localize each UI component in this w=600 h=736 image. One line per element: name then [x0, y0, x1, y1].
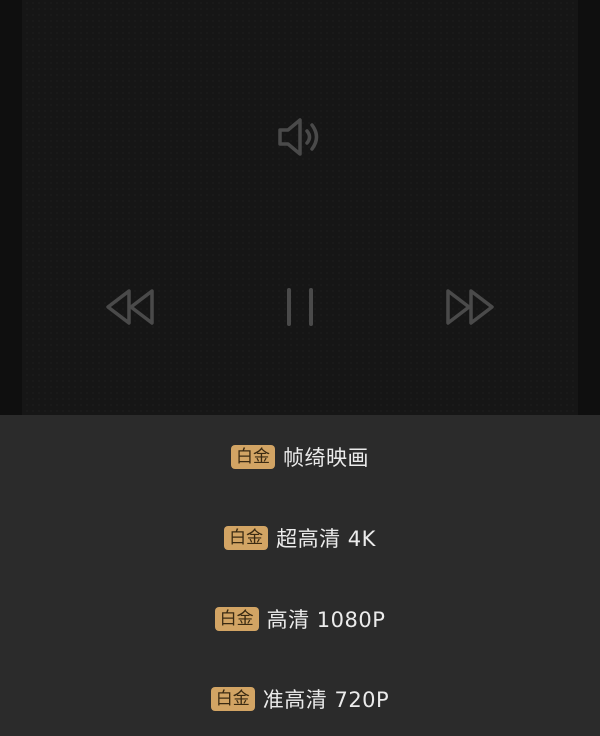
quality-option-label: 准高清 720P	[262, 688, 390, 712]
quality-option-720p[interactable]: 白金 准高清 720P	[0, 671, 600, 727]
fast-forward-icon	[446, 289, 494, 325]
platinum-badge: 白金	[224, 526, 269, 550]
quality-option-label: 超高清 4K	[276, 527, 376, 551]
volume-icon	[278, 118, 319, 156]
platinum-badge: 白金	[214, 607, 259, 631]
video-viewport[interactable]	[0, 0, 600, 415]
fast-forward-button[interactable]	[440, 280, 500, 334]
platinum-badge: 白金	[210, 687, 255, 711]
rewind-button[interactable]	[100, 280, 160, 334]
rewind-icon	[106, 289, 154, 325]
quality-option-label: 帧绮映画	[283, 446, 369, 470]
quality-selection-panel: 白金 帧绮映画 白金 超高清 4K 白金 高清 1080P 白金 准高清 720…	[0, 415, 600, 736]
platinum-badge: 白金	[231, 445, 275, 469]
quality-option-1080p[interactable]: 白金 高清 1080P	[0, 591, 600, 647]
quality-option-frame-cinema[interactable]: 白金 帧绮映画	[0, 429, 600, 485]
volume-button[interactable]	[270, 112, 330, 162]
quality-option-4k[interactable]: 白金 超高清 4K	[0, 510, 600, 566]
quality-option-label: 高清 1080P	[266, 608, 386, 632]
pause-icon	[287, 288, 313, 326]
video-player-screen: 白金 帧绮映画 白金 超高清 4K 白金 高清 1080P 白金 准高清 720…	[0, 0, 600, 736]
pause-button[interactable]	[272, 280, 328, 334]
